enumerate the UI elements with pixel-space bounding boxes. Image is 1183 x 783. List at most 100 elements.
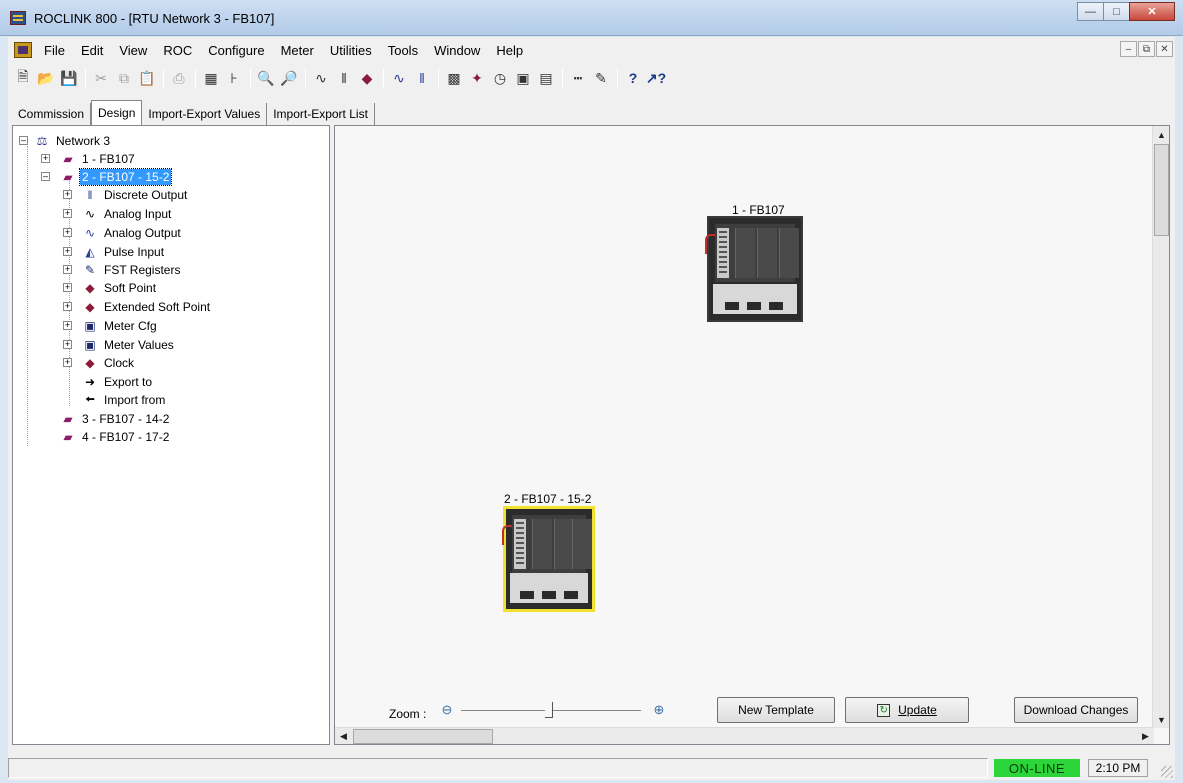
tree-item-discrete-output[interactable]: + ‖ Discrete Output (61, 186, 189, 204)
menu-utilities[interactable]: Utilities (322, 43, 380, 58)
soft-point-icon[interactable]: ◆ (356, 67, 378, 89)
device-fb107-15-2[interactable] (502, 506, 595, 612)
expand-icon[interactable]: + (63, 302, 72, 311)
io-module (532, 519, 552, 569)
menu-meter[interactable]: Meter (273, 43, 322, 58)
open-folder-icon[interactable]: 📂 (35, 67, 57, 89)
trend-icon[interactable]: ┅ (567, 67, 589, 89)
cut-icon[interactable]: ✂ (90, 67, 112, 89)
zoom-in-icon[interactable]: ⊕ (651, 702, 667, 718)
tree-item-extended-soft-point[interactable]: + ◆ Extended Soft Point (61, 298, 212, 316)
scroll-down-icon[interactable]: ▼ (1153, 711, 1170, 728)
copy-icon[interactable]: ⧉ (113, 67, 135, 89)
expand-icon[interactable]: + (63, 247, 72, 256)
fst-icon[interactable]: ✦ (466, 67, 488, 89)
document-menu-icon[interactable] (14, 42, 32, 58)
device-fb107-1[interactable] (705, 216, 803, 322)
expand-icon[interactable]: + (63, 190, 72, 199)
scroll-up-icon[interactable]: ▲ (1153, 126, 1170, 143)
analog-input-icon[interactable]: ∿ (310, 67, 332, 89)
menu-edit[interactable]: Edit (73, 43, 111, 58)
tree-item-label: Clock (104, 356, 135, 370)
menu-roc[interactable]: ROC (155, 43, 200, 58)
network-tree[interactable]: – ⚖ Network 3 + ▰ 1 - FB107 – ▰ 2 - FB10… (12, 125, 330, 745)
comm-port (542, 591, 556, 599)
vertical-scroll-thumb[interactable] (1154, 144, 1169, 236)
expand-icon[interactable]: + (63, 265, 72, 274)
menu-view[interactable]: View (111, 43, 155, 58)
close-button[interactable]: ✕ (1129, 2, 1175, 21)
tree-item-analog-input[interactable]: + ∿ Analog Input (61, 205, 173, 223)
tree-device-4[interactable]: ▰ 4 - FB107 - 17-2 (37, 428, 171, 446)
mdi-close-button[interactable]: ✕ (1156, 41, 1173, 57)
tree-item-meter-cfg[interactable]: + ▣ Meter Cfg (61, 317, 159, 335)
zoom-out-icon[interactable]: ⊖ (439, 702, 455, 718)
zoom-slider-thumb[interactable] (545, 702, 553, 718)
toolbar-separator (438, 68, 439, 88)
print-icon[interactable]: ⎙ (168, 67, 190, 89)
collapse-icon[interactable]: – (19, 136, 28, 145)
tree-item-clock[interactable]: + ◆ Clock (61, 354, 136, 372)
tree-item-label: FST Registers (104, 263, 181, 277)
connect-icon[interactable]: ▦ (200, 67, 222, 89)
resize-grip-icon[interactable] (1161, 766, 1173, 778)
menu-tools[interactable]: Tools (380, 43, 426, 58)
tree-item-pulse-input[interactable]: + ◭ Pulse Input (61, 243, 166, 261)
menu-configure[interactable]: Configure (200, 43, 272, 58)
help-icon[interactable]: ? (622, 67, 644, 89)
tree-item-fst-registers[interactable]: + ✎ FST Registers (61, 261, 182, 279)
minimize-button[interactable]: — (1077, 2, 1104, 21)
design-canvas[interactable]: 1 - FB107 2 - FB107 - 15-2 Zoom: ⊖ ⊕ Ne… (334, 125, 1170, 745)
tab-import-export-values[interactable]: Import-Export Values (142, 103, 268, 125)
mdi-restore-button[interactable]: ⧉ (1138, 41, 1155, 57)
update-button[interactable]: ↻ Update (845, 697, 969, 723)
discrete-output-icon[interactable]: ‖ (411, 67, 433, 89)
context-help-icon[interactable]: ↗? (645, 67, 667, 89)
tree-device-1[interactable]: + ▰ 1 - FB107 (37, 150, 137, 168)
tab-design[interactable]: Design (91, 100, 143, 125)
paste-icon[interactable]: 📋 (136, 67, 158, 89)
tree-item-soft-point[interactable]: + ◆ Soft Point (61, 279, 158, 297)
vertical-scrollbar[interactable]: ▲ ▼ (1152, 126, 1169, 728)
meter-values-icon[interactable]: ▤ (535, 67, 557, 89)
download-changes-button[interactable]: Download Changes (1014, 697, 1138, 723)
new-template-button[interactable]: New Template (717, 697, 835, 723)
scroll-right-icon[interactable]: ▶ (1137, 728, 1154, 745)
discrete-input-icon[interactable]: ‖ (333, 67, 355, 89)
zoom-in-icon[interactable]: 🔍 (255, 67, 277, 89)
analog-output-icon[interactable]: ∿ (388, 67, 410, 89)
maximize-button[interactable]: □ (1103, 2, 1130, 21)
device-info-icon[interactable]: ▩ (443, 67, 465, 89)
meter-icon[interactable]: ▣ (512, 67, 534, 89)
tree-device-2[interactable]: – ▰ 2 - FB107 - 15-2 (37, 168, 173, 186)
expand-icon[interactable]: + (41, 154, 50, 163)
clock-icon[interactable]: ◷ (489, 67, 511, 89)
expand-icon[interactable]: + (63, 321, 72, 330)
menu-help[interactable]: Help (488, 43, 531, 58)
expand-icon[interactable]: + (63, 228, 72, 237)
tree-item-meter-values[interactable]: + ▣ Meter Values (61, 336, 176, 354)
tree-device-3[interactable]: ▰ 3 - FB107 - 14-2 (37, 410, 171, 428)
new-icon[interactable]: 🗎 (12, 67, 34, 89)
scroll-left-icon[interactable]: ◀ (335, 728, 352, 745)
expand-icon[interactable]: + (63, 340, 72, 349)
fst-editor-icon[interactable]: ✎ (590, 67, 612, 89)
tree-root[interactable]: – ⚖ Network 3 (17, 132, 112, 150)
horizontal-scroll-thumb[interactable] (353, 729, 493, 744)
collapse-icon[interactable]: – (41, 172, 50, 181)
menu-window[interactable]: Window (426, 43, 488, 58)
tab-commission[interactable]: Commission (12, 103, 92, 125)
horizontal-scrollbar[interactable]: ◀ ▶ (335, 727, 1154, 744)
tab-import-export-list[interactable]: Import-Export List (267, 103, 375, 125)
expand-icon[interactable]: + (63, 283, 72, 292)
tree-item-import-from[interactable]: 🠨 Import from (61, 391, 167, 409)
tree-item-export-to[interactable]: ➜ Export to (61, 373, 154, 391)
mdi-minimize-button[interactable]: – (1120, 41, 1137, 57)
direct-connect-icon[interactable]: ⊦ (223, 67, 245, 89)
zoom-out-icon[interactable]: 🔎 (278, 67, 300, 89)
save-icon[interactable]: 💾 (58, 67, 80, 89)
expand-icon[interactable]: + (63, 209, 72, 218)
menu-file[interactable]: File (36, 43, 73, 58)
expand-icon[interactable]: + (63, 358, 72, 367)
tree-item-analog-output[interactable]: + ∿ Analog Output (61, 224, 183, 242)
